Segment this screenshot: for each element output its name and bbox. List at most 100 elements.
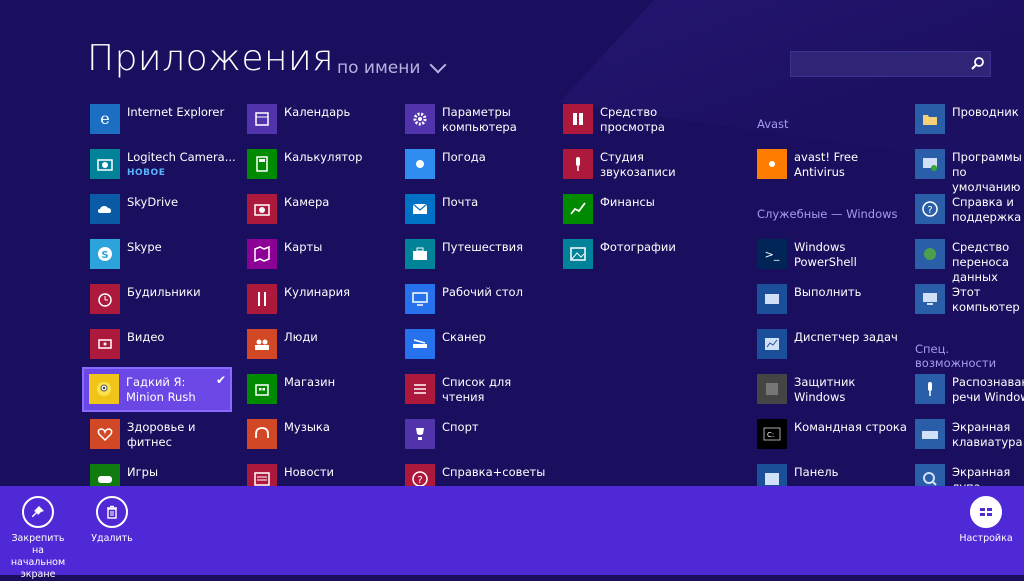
app-tile-item[interactable]: Список для чтения: [405, 374, 555, 405]
app-tile-item[interactable]: Финансы: [563, 194, 713, 224]
app-tile-item[interactable]: avast! Free Antivirus: [757, 149, 907, 180]
headphones-icon: [247, 419, 277, 449]
app-tile-item[interactable]: Средство переноса данных: [915, 239, 1024, 285]
app-tile-item[interactable]: Сканер: [405, 329, 555, 359]
app-label: Карты: [284, 240, 323, 254]
scanner-icon: [405, 329, 435, 359]
app-tile-item[interactable]: >_ Windows PowerShell: [757, 239, 907, 270]
sun-icon: [405, 149, 435, 179]
app-tile-item[interactable]: Средство просмотра: [563, 104, 713, 135]
powershell-icon: >_: [757, 239, 787, 269]
app-label: Internet Explorer: [127, 105, 225, 119]
svg-text:e: e: [100, 109, 109, 128]
help-icon: ?: [915, 194, 945, 224]
app-label: Путешествия: [442, 240, 524, 254]
app-tile-item[interactable]: e Internet Explorer: [90, 104, 240, 134]
calculator-icon: [247, 149, 277, 179]
app-label: Погода: [442, 150, 486, 164]
trash-icon: [96, 496, 128, 528]
heart-icon: [90, 419, 120, 449]
app-label: Командная строка: [794, 420, 907, 434]
search-input[interactable]: [791, 52, 973, 76]
app-label: Logitech Camera... НОВОЕ: [127, 149, 236, 181]
app-tile-item[interactable]: Люди: [247, 329, 397, 359]
app-tile-item[interactable]: Карты: [247, 239, 397, 269]
search-icon[interactable]: [966, 52, 990, 76]
app-label: Фотографии: [600, 240, 676, 254]
app-tile-item[interactable]: Logitech Camera... НОВОЕ: [90, 149, 240, 181]
app-tile-item[interactable]: Будильники: [90, 284, 240, 314]
uninstall-button[interactable]: Удалить: [86, 496, 138, 545]
app-tile-item[interactable]: Кулинария: [247, 284, 397, 314]
app-tile-item[interactable]: Проводник: [915, 104, 1024, 134]
app-tile-item[interactable]: Распознавание речи Windows: [915, 374, 1024, 405]
app-label: Музыка: [284, 420, 330, 434]
app-tile-item[interactable]: Спорт: [405, 419, 555, 449]
app-tile-item[interactable]: Гадкий Я: Minion Rush ✔: [82, 367, 232, 412]
uninstall-label: Удалить: [91, 533, 133, 544]
app-tile-item[interactable]: Рабочий стол: [405, 284, 555, 314]
app-label: Справка+советы: [442, 465, 546, 479]
group-header: Служебные — Windows: [757, 207, 898, 221]
app-tile-item[interactable]: Защитник Windows: [757, 374, 907, 405]
app-tile-item[interactable]: Музыка: [247, 419, 397, 449]
app-label: Средство переноса данных: [952, 240, 1010, 284]
app-tile-item[interactable]: Путешествия: [405, 239, 555, 269]
app-tile-item[interactable]: Камера: [247, 194, 397, 224]
people-icon: [247, 329, 277, 359]
app-tile-item[interactable]: Выполнить: [757, 284, 907, 314]
app-tile-item[interactable]: Этот компьютер: [915, 284, 1024, 315]
app-tile-item[interactable]: Календарь: [247, 104, 397, 134]
app-label: Панель: [794, 465, 839, 479]
cloud-icon: [90, 194, 120, 224]
search-box[interactable]: [790, 51, 991, 77]
camera-icon: [247, 194, 277, 224]
chevron-down-icon: [429, 56, 447, 74]
app-tile-item[interactable]: Параметры компьютера: [405, 104, 555, 135]
app-tile-item[interactable]: Магазин: [247, 374, 397, 404]
app-tile-item[interactable]: Здоровье и фитнес: [90, 419, 240, 450]
microphone-icon: [915, 374, 945, 404]
app-tile-item[interactable]: Диспетчер задач: [757, 329, 907, 359]
cmd-icon: C:: [757, 419, 787, 449]
app-tile-item[interactable]: Погода: [405, 149, 555, 179]
app-tile-item[interactable]: ? Справка и поддержка: [915, 194, 1024, 225]
app-tile-item[interactable]: Калькулятор: [247, 149, 397, 179]
customize-label: Настройка: [959, 533, 1013, 544]
app-tile-item[interactable]: Студия звукозаписи: [563, 149, 713, 180]
chart-icon: [563, 194, 593, 224]
trophy-icon: [405, 419, 435, 449]
app-label: Кулинария: [284, 285, 351, 299]
gear-icon: [405, 104, 435, 134]
keyboard-icon: [915, 419, 945, 449]
svg-text:C:: C:: [767, 431, 774, 439]
app-tile-item[interactable]: Видео: [90, 329, 240, 359]
transfer-icon: [915, 239, 945, 269]
app-tile-item[interactable]: Программы по умолчанию: [915, 149, 1024, 195]
app-label: Skype: [127, 240, 162, 254]
default-programs-icon: [915, 149, 945, 179]
app-tile-item[interactable]: C: Командная строка: [757, 419, 907, 449]
app-tile-item[interactable]: Фотографии: [563, 239, 713, 269]
app-label: Этот компьютер: [952, 285, 1020, 314]
app-label: Защитник Windows: [794, 375, 856, 404]
pin-to-start-button[interactable]: Закрепить на начальном экране: [6, 496, 70, 581]
app-tile-item[interactable]: SkyDrive: [90, 194, 240, 224]
page-title: Приложения: [87, 38, 335, 79]
app-label: Будильники: [127, 285, 201, 299]
app-label: Спорт: [442, 420, 479, 434]
sort-dropdown[interactable]: по имени: [337, 56, 447, 78]
app-label: Камера: [284, 195, 330, 209]
app-tile-item[interactable]: Экранная клавиатура: [915, 419, 1024, 450]
reading-list-icon: [405, 374, 435, 404]
mail-icon: [405, 194, 435, 224]
app-tile-item[interactable]: Почта: [405, 194, 555, 224]
customize-button[interactable]: Настройка: [958, 496, 1014, 545]
app-label: Игры: [127, 465, 159, 479]
app-tile-item[interactable]: S Skype: [90, 239, 240, 269]
app-label: Календарь: [284, 105, 351, 119]
svg-text:S: S: [101, 250, 108, 261]
pin-to-start-label: Закрепить на начальном экране: [10, 533, 66, 580]
desktop-icon: [405, 284, 435, 314]
map-icon: [247, 239, 277, 269]
